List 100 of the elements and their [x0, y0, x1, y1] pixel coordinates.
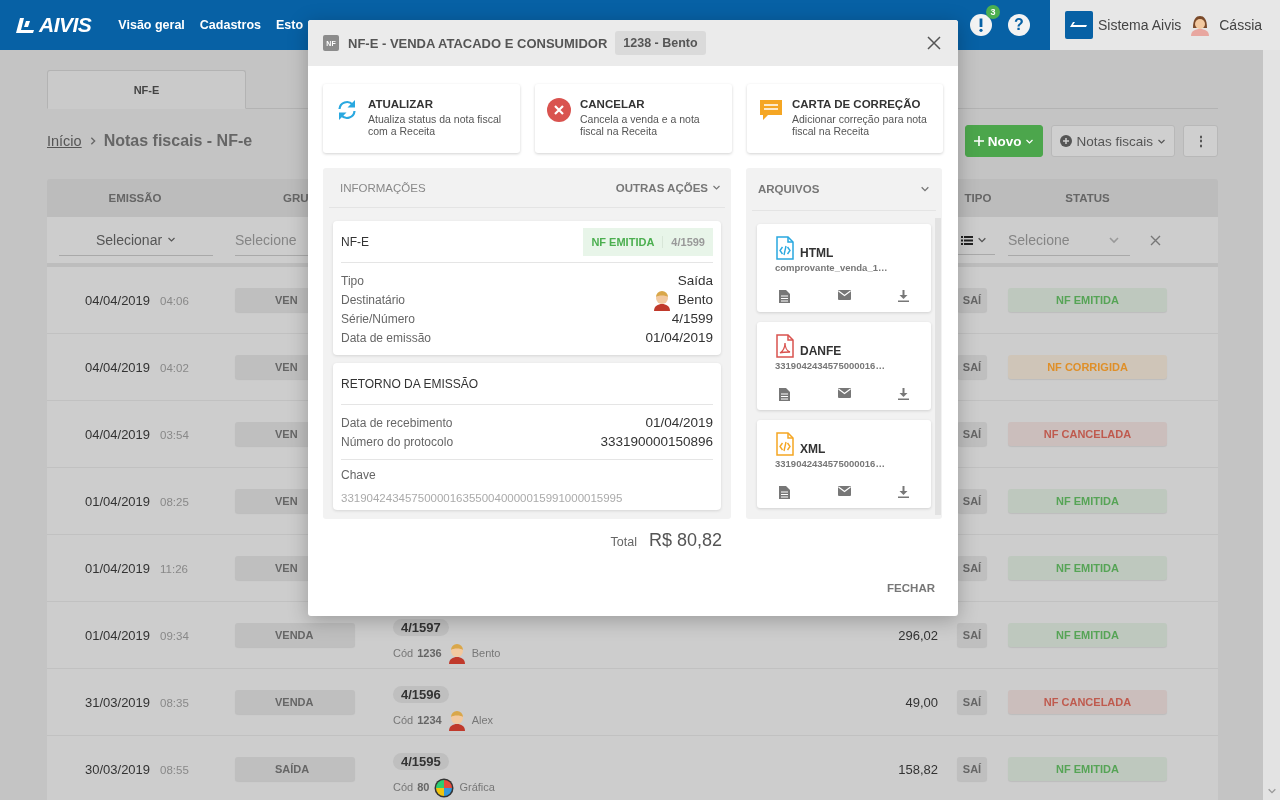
action-card[interactable]: CARTA DE CORREÇÃO Adicionar correção para nota fiscal na Receita: [747, 84, 943, 153]
status-tag: NF EMITIDA: [1008, 556, 1167, 580]
field-value: Saída: [677, 273, 713, 288]
plus-circle-icon: [1060, 135, 1073, 147]
column-header[interactable]: EMISSÃO: [108, 192, 162, 204]
field-value: 4/1599: [671, 311, 713, 326]
code-file-icon: [775, 432, 795, 456]
document-icon[interactable]: [779, 290, 790, 303]
amount-text: 296,02: [897, 627, 939, 643]
column-header[interactable]: STATUS: [1065, 192, 1110, 204]
page-title: Notas fiscais - NF-e: [103, 132, 253, 150]
panel-title: INFORMAÇÕES: [340, 181, 426, 194]
amount-text: 158,82: [897, 761, 939, 777]
tab[interactable]: NF-E: [47, 70, 246, 109]
document-icon[interactable]: [779, 388, 790, 401]
date-text: 04/04/2019: [85, 426, 151, 442]
status-tag: NF CORRIGIDA: [1008, 355, 1167, 379]
date-text: 04/04/2019: [85, 292, 151, 308]
more-button[interactable]: ⋮: [1183, 125, 1218, 157]
dropdown[interactable]: Selecionar: [59, 224, 213, 256]
date-text: 01/04/2019: [85, 560, 151, 576]
document-icon[interactable]: [779, 486, 790, 499]
nav-link[interactable]: Visão geral: [118, 18, 185, 32]
new-button[interactable]: Novo: [964, 125, 1044, 157]
mail-icon[interactable]: [837, 486, 851, 496]
date-text: 31/03/2019: [85, 694, 151, 710]
action-title: CANCELAR: [580, 98, 646, 110]
chevron-down-icon[interactable]: [920, 184, 930, 194]
refresh-icon: [335, 98, 359, 122]
chevron-down-icon: [167, 235, 177, 244]
close-button[interactable]: FECHAR: [887, 582, 935, 594]
action-card[interactable]: ATUALIZAR Atualiza status da nota fiscal com a Receita: [323, 84, 520, 153]
time-text: 09:34: [160, 629, 189, 642]
modal-title: NF-E - VENDA ATACADO E CONSUMIDOR: [348, 35, 608, 51]
customer-name: Alex: [471, 714, 494, 726]
time-text: 11:26: [160, 562, 188, 575]
time-text: 03:54: [160, 428, 189, 441]
download-icon[interactable]: [898, 486, 909, 498]
user-avatar[interactable]: [1189, 14, 1212, 36]
nav-link[interactable]: Cadastros: [199, 18, 261, 32]
customer-code: 1236: [417, 647, 442, 659]
field-label: Data de emissão: [341, 330, 432, 345]
logo-mark-icon: [16, 17, 36, 33]
customer-code: 1234: [417, 714, 442, 726]
company-logo-icon: [1065, 11, 1093, 39]
file-type: DANFE: [800, 344, 842, 358]
close-icon[interactable]: [927, 36, 941, 50]
column-header[interactable]: TIPO: [964, 192, 992, 204]
help-button[interactable]: ?: [1008, 14, 1030, 36]
status-text: NF EMITIDA: [591, 235, 655, 248]
mail-icon[interactable]: [837, 388, 851, 398]
notes-button[interactable]: Notas fiscais: [1051, 125, 1175, 157]
action-description: Atualiza status da nota fiscal com a Receita: [368, 113, 503, 137]
breadcrumb-link[interactable]: Início: [47, 133, 82, 149]
download-icon[interactable]: [898, 388, 909, 400]
date-text: 04/04/2019: [85, 359, 151, 375]
reference-chip: 1238 - Bento: [615, 31, 706, 55]
field-value: Bento: [677, 292, 713, 307]
type-tag: SAÍ: [957, 757, 987, 781]
alert-icon[interactable]: [970, 14, 992, 36]
type-tag: SAÍ: [957, 690, 987, 714]
card-title: NF-E: [341, 234, 369, 249]
group-tag: VENDA: [235, 623, 355, 647]
date-text: 01/04/2019: [85, 627, 151, 643]
action-title: ATUALIZAR: [368, 98, 434, 110]
pdf-file-icon: [775, 334, 795, 358]
time-text: 04:06: [160, 294, 189, 307]
download-icon[interactable]: [898, 290, 909, 302]
app-logo[interactable]: AIVIS: [16, 13, 92, 37]
action-card[interactable]: CANCELAR Cancela a venda e a nota fiscal na Receita: [535, 84, 732, 153]
file-name: 3319042434575000016…: [775, 458, 886, 469]
menu-button[interactable]: OUTRAS AÇÕES: [615, 181, 721, 194]
field-label: Tipo: [341, 273, 364, 288]
column-header[interactable]: GRU: [283, 192, 309, 204]
invoice-number: 4/1595: [393, 753, 449, 770]
type-tag: SAÍ: [957, 355, 987, 379]
invoice-number: 4/1597: [393, 619, 449, 636]
clear-icon[interactable]: [1150, 234, 1161, 246]
type-tag: SAÍ: [957, 489, 987, 513]
input-field[interactable]: Selecione: [1008, 231, 1108, 248]
field-value: 01/04/2019: [645, 330, 713, 345]
file-name: 3319042434575000016…: [775, 360, 886, 371]
action-description: Cancela a venda e a nota fiscal na Receita: [580, 113, 701, 137]
status-tag: NF EMITIDA: [1008, 623, 1167, 647]
status-tag: NF EMITIDA: [1008, 489, 1167, 513]
total-label: Total: [610, 535, 637, 549]
notification-count: 3: [986, 5, 1000, 19]
field-value: 01/04/2019: [645, 415, 713, 430]
user-name[interactable]: Cássia: [1219, 17, 1263, 33]
code-label: Cód: [393, 714, 414, 726]
invoice-number: 4/1596: [393, 686, 449, 703]
group-tag: SAÍDA: [235, 757, 355, 781]
field-label: Série/Número: [341, 311, 416, 326]
nav-link[interactable]: Esto: [276, 18, 304, 32]
mail-icon[interactable]: [837, 290, 851, 300]
type-tag: SAÍ: [957, 623, 987, 647]
customer-name: Bento: [471, 647, 501, 659]
action-description: Adicionar correção para nota fiscal na Receita: [792, 113, 928, 137]
company-name[interactable]: Sistema Aivis: [1098, 17, 1182, 33]
status-tag: NF CANCELADA: [1008, 690, 1167, 714]
